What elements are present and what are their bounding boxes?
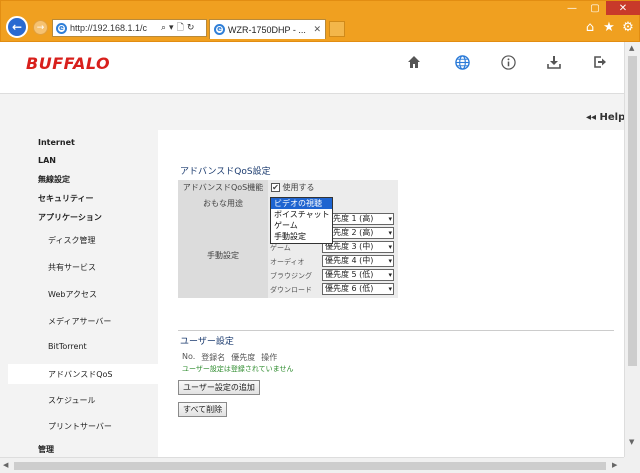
priority-value: 優先度 4 (中) bbox=[325, 256, 374, 265]
usage-option-manual[interactable]: 手動設定 bbox=[271, 231, 332, 242]
column-header: 操作 bbox=[261, 353, 278, 362]
chevron-down-icon: ▾ bbox=[388, 285, 392, 293]
manual-label: 手動設定 bbox=[178, 212, 268, 298]
user-table-header: No. 登録名 優先度 操作 bbox=[182, 352, 277, 363]
chevron-down-icon: ▾ bbox=[388, 257, 392, 265]
tab-close-icon[interactable]: ✕ bbox=[313, 25, 321, 35]
enable-checkbox-label: 使用する bbox=[282, 182, 315, 192]
priority-value: 優先度 6 (低) bbox=[325, 284, 374, 293]
browser-tab[interactable]: e WZR-1750DHP - ... ✕ bbox=[209, 19, 326, 39]
sidebar-item-management[interactable]: 管理 bbox=[38, 444, 158, 455]
category-label: ブラウジング bbox=[270, 272, 312, 280]
sidebar-item-web-access[interactable]: Webアクセス bbox=[48, 289, 158, 300]
priority-select[interactable]: 優先度 4 (中) ▾ bbox=[322, 255, 394, 267]
sidebar-item-media-server[interactable]: メディアサーバー bbox=[48, 316, 158, 327]
home-icon[interactable] bbox=[404, 52, 424, 72]
download-icon[interactable] bbox=[544, 52, 564, 72]
sidebar-item-lan[interactable]: LAN bbox=[38, 156, 158, 165]
chevron-down-icon: ▾ bbox=[388, 229, 392, 237]
dropdown-icon[interactable]: ▾ bbox=[169, 23, 174, 33]
chevron-down-icon: ▾ bbox=[388, 215, 392, 223]
sidebar-item-disk-management[interactable]: ディスク管理 bbox=[48, 235, 158, 246]
maximize-icon[interactable]: ▢ bbox=[584, 1, 606, 15]
usage-label: おもな用途 bbox=[178, 194, 268, 212]
favorites-star-icon[interactable]: ★ bbox=[601, 20, 617, 35]
feature-cell: ✔ 使用する bbox=[268, 180, 398, 194]
forward-arrow-icon[interactable]: → bbox=[33, 20, 48, 35]
delete-all-button[interactable]: すべて削除 bbox=[178, 402, 228, 417]
sidebar-item-wireless[interactable]: 無線設定 bbox=[38, 174, 158, 185]
column-header: 登録名 bbox=[201, 353, 226, 362]
sidebar-item-security[interactable]: セキュリティー bbox=[38, 193, 158, 204]
sidebar-item-applications[interactable]: アプリケーション bbox=[38, 212, 158, 223]
scroll-down-icon[interactable]: ▼ bbox=[629, 438, 634, 446]
column-header: 優先度 bbox=[231, 353, 256, 362]
feature-label: アドバンスドQoS機能 bbox=[178, 180, 268, 194]
usage-option-voice-chat[interactable]: ボイスチャット bbox=[271, 209, 332, 220]
chevron-down-icon: ▾ bbox=[388, 271, 392, 279]
buffalo-logo: BUFFALO bbox=[26, 54, 111, 73]
qos-enable-checkbox[interactable]: ✔ bbox=[271, 182, 280, 192]
sidebar-item-schedule[interactable]: スケジュール bbox=[48, 395, 158, 406]
address-text[interactable]: http://192.168.1.1/c bbox=[70, 23, 158, 33]
usage-option-video[interactable]: ビデオの視聴 bbox=[271, 198, 332, 209]
compatibility-icon[interactable]: 🗋 bbox=[177, 20, 184, 36]
close-icon[interactable]: ✕ bbox=[606, 1, 640, 15]
ie-icon: e bbox=[214, 24, 225, 35]
address-bar[interactable]: e http://192.168.1.1/c ⌕ ▾ 🗋 ↻ bbox=[52, 19, 207, 37]
settings-gear-icon[interactable]: ⚙ bbox=[620, 20, 636, 35]
help-link[interactable]: ◂◂ Help bbox=[586, 112, 625, 123]
priority-select[interactable]: 優先度 5 (低) ▾ bbox=[322, 269, 394, 281]
ie-icon: e bbox=[56, 22, 67, 34]
router-header: BUFFALO bbox=[0, 42, 640, 94]
search-icon[interactable]: ⌕ bbox=[161, 23, 166, 33]
logout-icon[interactable] bbox=[590, 52, 610, 72]
scroll-right-icon[interactable]: ▶ bbox=[612, 461, 617, 469]
empty-user-message: ユーザー設定は登録されていません bbox=[182, 365, 294, 373]
refresh-icon[interactable]: ↻ bbox=[187, 23, 195, 33]
sidebar-item-print-server[interactable]: プリントサーバー bbox=[48, 421, 158, 432]
category-label: オーディオ bbox=[270, 258, 305, 266]
scroll-up-icon[interactable]: ▲ bbox=[629, 44, 634, 52]
section-divider bbox=[178, 330, 614, 331]
tab-title: WZR-1750DHP - ... bbox=[228, 24, 306, 35]
scrollbar-corner bbox=[624, 457, 640, 473]
scroll-thumb[interactable] bbox=[14, 462, 606, 470]
chevron-down-icon: ▾ bbox=[388, 243, 392, 251]
sidebar-item-internet[interactable]: Internet bbox=[38, 138, 158, 147]
usage-option-game[interactable]: ゲーム bbox=[271, 220, 332, 231]
usage-dropdown-list[interactable]: ビデオの視聴 ボイスチャット ゲーム 手動設定 bbox=[270, 197, 333, 244]
sidebar-item-bittorrent[interactable]: BitTorrent bbox=[48, 342, 158, 351]
new-tab-button[interactable] bbox=[329, 21, 345, 37]
add-user-setting-button[interactable]: ユーザー設定の追加 bbox=[178, 380, 260, 395]
sidebar-item-shared-services[interactable]: 共有サービス bbox=[48, 262, 158, 273]
browser-titlebar: — ▢ ✕ ← → e http://192.168.1.1/c ⌕ ▾ 🗋 ↻… bbox=[0, 0, 640, 42]
user-settings-title: ユーザー設定 bbox=[180, 337, 234, 347]
scroll-left-icon[interactable]: ◀ bbox=[3, 461, 8, 469]
horizontal-scrollbar[interactable]: ◀ ▶ bbox=[0, 457, 624, 473]
category-label: ゲーム bbox=[270, 244, 291, 252]
globe-icon[interactable] bbox=[452, 52, 472, 72]
category-label: ダウンロード bbox=[270, 286, 312, 294]
priority-value: 優先度 5 (低) bbox=[325, 270, 374, 279]
minimize-icon[interactable]: — bbox=[561, 1, 583, 15]
info-icon[interactable] bbox=[498, 52, 518, 72]
back-arrow-icon[interactable]: ← bbox=[6, 16, 28, 38]
sidebar-item-advanced-qos[interactable]: アドバンスドQoS bbox=[48, 369, 158, 380]
help-label[interactable]: Help bbox=[600, 112, 626, 123]
qos-section-title: アドバンスドQoS設定 bbox=[180, 167, 271, 177]
priority-select[interactable]: 優先度 6 (低) ▾ bbox=[322, 283, 394, 295]
main-panel: アドバンスドQoS設定 アドバンスドQoS機能 ✔ 使用する おもな用途 手動設… bbox=[158, 130, 624, 457]
column-header: No. bbox=[182, 352, 196, 361]
vertical-scrollbar[interactable]: ▲ ▼ bbox=[624, 42, 640, 457]
home-icon[interactable]: ⌂ bbox=[582, 20, 598, 35]
scroll-thumb[interactable] bbox=[628, 56, 637, 366]
